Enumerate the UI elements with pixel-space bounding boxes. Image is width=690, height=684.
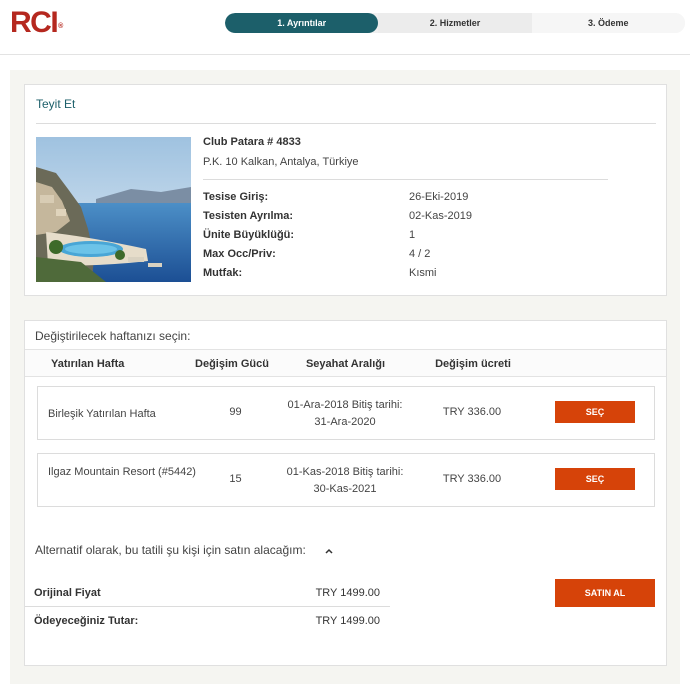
header: RCI® 1. Ayrıntılar 2. Hizmetler 3. Ödeme: [0, 0, 690, 55]
detail-value: 4 / 2: [409, 248, 431, 260]
exchange-power: 99: [229, 406, 242, 418]
confirm-title: Teyit Et: [36, 97, 76, 111]
step-services[interactable]: 2. Hizmetler: [378, 13, 532, 33]
detail-value: 02-Kas-2019: [409, 210, 472, 222]
travel-range: 01-Kas-2018 Bitiş tarihi: 30-Kas-2021: [286, 466, 404, 495]
divider: [203, 179, 608, 180]
detail-value: 26-Eki-2019: [409, 191, 469, 203]
exchange-fee: TRY 336.00: [442, 473, 502, 485]
detail-value: Kısmi: [409, 267, 437, 279]
pay-amount-row: Ödeyeceğiniz Tutar: TRY 1499.00: [25, 607, 390, 635]
resort-photo: [36, 137, 191, 282]
original-price-value: TRY 1499.00: [315, 587, 380, 599]
alternative-toggle-text[interactable]: Alternatif olarak, bu tatili şu kişi içi…: [35, 543, 306, 557]
pay-amount-label: Ödeyeceğiniz Tutar:: [34, 615, 139, 627]
rci-logo[interactable]: RCI®: [10, 6, 63, 40]
exchange-fee: TRY 336.00: [442, 406, 502, 418]
detail-label: Max Occ/Priv:: [203, 248, 276, 260]
resort-address: P.K. 10 Kalkan, Antalya, Türkiye: [203, 156, 359, 168]
progress-steps: 1. Ayrıntılar 2. Hizmetler 3. Ödeme: [225, 13, 685, 33]
pay-amount-value: TRY 1499.00: [315, 615, 380, 627]
detail-label: Mutfak:: [203, 267, 243, 279]
detail-label: Ünite Büyüklüğü:: [203, 229, 295, 241]
exchange-title: Değiştirilecek haftanızı seçin:: [35, 329, 191, 343]
original-price-label: Orijinal Fiyat: [34, 587, 101, 599]
exchange-card: Değiştirilecek haftanızı seçin: Yatırıla…: [24, 320, 667, 666]
week-name: Birleşik Yatırılan Hafta: [48, 408, 156, 420]
table-row: Birleşik Yatırılan Hafta 99 01-Ara-2018 …: [37, 386, 655, 440]
table-row: Ilgaz Mountain Resort (#5442) 15 01-Kas-…: [37, 453, 655, 507]
original-price-row: Orijinal Fiyat TRY 1499.00: [25, 579, 390, 607]
step-details[interactable]: 1. Ayrıntılar: [225, 13, 379, 33]
detail-label: Tesisten Ayrılma:: [203, 210, 294, 222]
select-button[interactable]: SEÇ: [555, 401, 635, 423]
resort-name: Club Patara # 4833: [203, 136, 301, 148]
exchange-power: 15: [229, 473, 242, 485]
table-header: Yatırılan Hafta Değişim Gücü Seyahat Ara…: [25, 349, 666, 377]
detail-label: Tesise Giriş:: [203, 191, 269, 203]
confirm-card: Teyit Et Club Patara # 4833 P.K. 10 Kalk…: [24, 84, 667, 296]
chevron-up-icon[interactable]: [323, 545, 335, 557]
column-header: Yatırılan Hafta: [51, 358, 125, 370]
divider: [36, 123, 656, 124]
step-payment[interactable]: 3. Ödeme: [531, 13, 685, 33]
week-name: Ilgaz Mountain Resort (#5442): [48, 466, 196, 478]
select-button[interactable]: SEÇ: [555, 468, 635, 490]
travel-range: 01-Ara-2018 Bitiş tarihi: 31-Ara-2020: [287, 399, 403, 428]
column-header: Değişim ücreti: [435, 358, 511, 370]
detail-value: 1: [409, 229, 416, 241]
column-header: Seyahat Aralığı: [305, 358, 386, 370]
buy-button[interactable]: SATIN AL: [555, 579, 655, 607]
